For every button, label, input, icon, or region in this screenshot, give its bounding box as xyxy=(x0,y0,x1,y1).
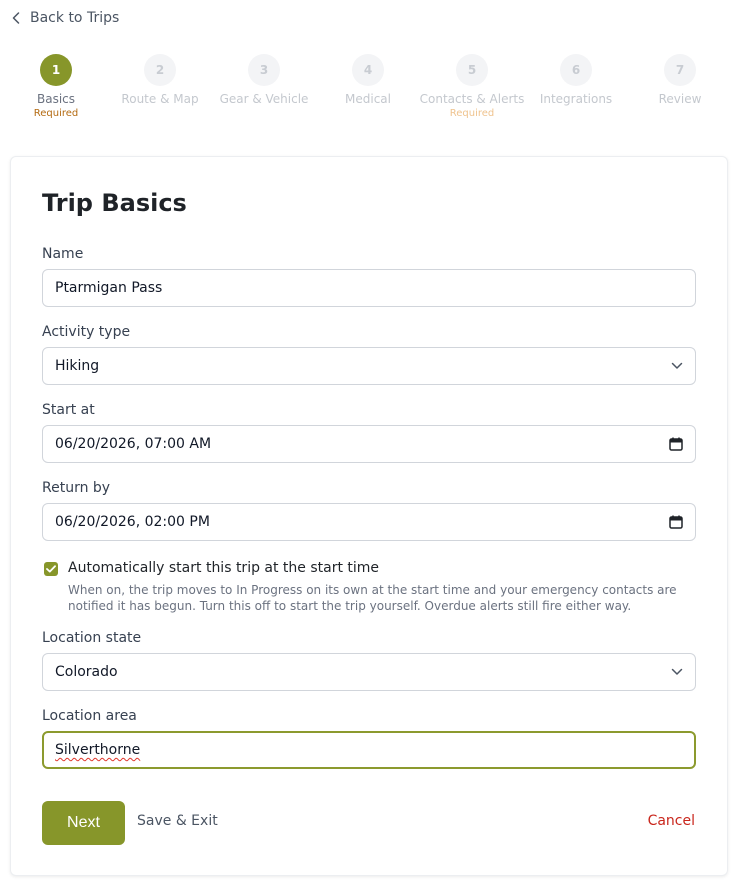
step-label: Medical xyxy=(345,92,391,106)
trip-basics-card: Trip Basics Name Ptarmigan Pass Activity… xyxy=(10,156,728,876)
chevron-down-icon xyxy=(671,362,683,370)
cancel-button[interactable]: Cancel xyxy=(648,813,695,829)
step-gear-vehicle[interactable]: 3 Gear & Vehicle xyxy=(212,54,316,124)
return-by-input[interactable]: 06/20/2026, 02:00 PM xyxy=(42,503,696,541)
step-label: Basics xyxy=(36,92,76,106)
auto-start-checkbox[interactable] xyxy=(44,562,58,576)
wizard-stepper: 1 Basics Required 2 Route & Map 3 Gear &… xyxy=(4,54,732,124)
step-number: 5 xyxy=(456,54,488,86)
location-state-select[interactable]: Colorado xyxy=(42,653,696,691)
location-area-input[interactable]: Silverthorne xyxy=(42,731,696,769)
start-at-value: 06/20/2026, 07:00 AM xyxy=(55,436,212,452)
step-contacts-alerts[interactable]: 5 Contacts & Alerts Required xyxy=(420,54,524,124)
back-to-trips-label: Back to Trips xyxy=(30,10,120,26)
step-integrations[interactable]: 6 Integrations xyxy=(524,54,628,124)
step-medical[interactable]: 4 Medical xyxy=(316,54,420,124)
step-number: 7 xyxy=(664,54,696,86)
step-label: Contacts & Alerts xyxy=(419,92,525,106)
step-review[interactable]: 7 Review xyxy=(628,54,732,124)
location-state-value: Colorado xyxy=(55,664,118,680)
start-at-input[interactable]: 06/20/2026, 07:00 AM xyxy=(42,425,696,463)
location-state-label: Location state xyxy=(42,630,142,646)
step-number: 6 xyxy=(560,54,592,86)
step-number: 2 xyxy=(144,54,176,86)
step-basics[interactable]: 1 Basics Required xyxy=(4,54,108,124)
auto-start-help-text: When on, the trip moves to In Progress o… xyxy=(68,583,677,613)
step-number: 1 xyxy=(40,54,72,86)
chevron-left-icon xyxy=(12,11,22,25)
step-number: 3 xyxy=(248,54,280,86)
next-button[interactable]: Next xyxy=(42,801,125,845)
activity-type-select[interactable]: Hiking xyxy=(42,347,696,385)
calendar-icon[interactable] xyxy=(669,437,683,451)
location-area-label: Location area xyxy=(42,708,137,724)
step-route-map[interactable]: 2 Route & Map xyxy=(108,54,212,124)
page-title: Trip Basics xyxy=(42,189,187,217)
location-area-value: Silverthorne xyxy=(55,742,141,758)
chevron-down-icon xyxy=(671,668,683,676)
step-label: Gear & Vehicle xyxy=(219,92,309,106)
activity-type-value: Hiking xyxy=(55,358,100,374)
step-required-badge: Required xyxy=(449,108,495,119)
auto-start-option: Automatically start this trip at the sta… xyxy=(44,560,694,614)
step-required-badge: Required xyxy=(33,108,79,119)
back-to-trips-link[interactable]: Back to Trips xyxy=(12,10,119,26)
auto-start-label[interactable]: Automatically start this trip at the sta… xyxy=(68,560,693,576)
start-at-label: Start at xyxy=(42,402,95,418)
step-label: Integrations xyxy=(539,92,613,106)
activity-type-label: Activity type xyxy=(42,324,131,340)
return-by-value: 06/20/2026, 02:00 PM xyxy=(55,514,210,530)
checkmark-icon xyxy=(46,565,56,573)
name-input[interactable]: Ptarmigan Pass xyxy=(42,269,696,307)
step-number: 4 xyxy=(352,54,384,86)
name-value: Ptarmigan Pass xyxy=(55,280,163,296)
save-and-exit-button[interactable]: Save & Exit xyxy=(137,813,218,829)
step-label: Route & Map xyxy=(121,92,199,106)
calendar-icon[interactable] xyxy=(669,515,683,529)
return-by-label: Return by xyxy=(42,480,111,496)
name-label: Name xyxy=(42,246,84,262)
step-label: Review xyxy=(658,92,702,106)
